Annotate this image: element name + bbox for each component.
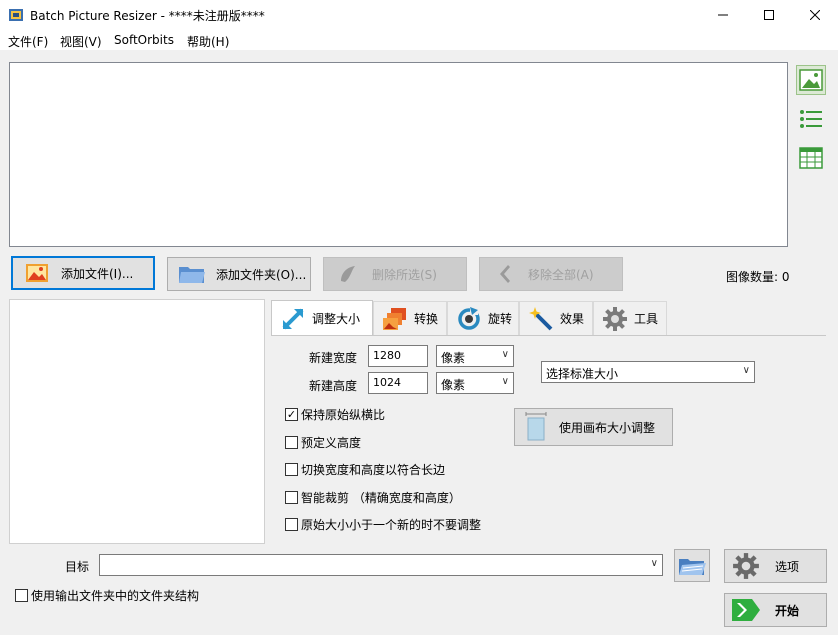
menu-bar: 文件(F) 视图(V) SoftOrbits 帮助(H) bbox=[0, 30, 838, 50]
height-unit-select[interactable]: 像素 ∨ bbox=[436, 372, 514, 394]
smart-crop-checkbox[interactable] bbox=[285, 491, 298, 504]
tab-rotate[interactable]: 旋转 bbox=[447, 301, 519, 335]
swap-long-side-option[interactable]: 切换宽度和高度以符合长边 bbox=[285, 461, 445, 478]
predefined-height-checkbox[interactable] bbox=[285, 436, 298, 449]
menu-help[interactable]: 帮助(H) bbox=[187, 33, 229, 50]
standard-size-select[interactable]: 选择标准大小 ∨ bbox=[541, 361, 755, 383]
resize-arrow-icon bbox=[280, 306, 306, 332]
tab-tools[interactable]: 工具 bbox=[593, 301, 667, 335]
tab-convert[interactable]: 转换 bbox=[373, 301, 447, 335]
app-icon bbox=[8, 7, 24, 23]
keep-aspect-checkbox[interactable]: ✓ bbox=[285, 408, 298, 421]
add-files-label: 添加文件(I)... bbox=[61, 266, 134, 281]
keep-folder-structure-checkbox[interactable] bbox=[15, 589, 28, 602]
options-label: 选项 bbox=[775, 559, 800, 574]
add-folder-button[interactable]: 添加文件夹(O)... bbox=[167, 257, 311, 291]
tab-effects-label: 效果 bbox=[560, 312, 585, 326]
keep-folder-structure-label: 使用输出文件夹中的文件夹结构 bbox=[31, 589, 200, 603]
file-list[interactable] bbox=[9, 62, 788, 247]
open-folder-icon bbox=[679, 558, 706, 575]
smart-crop-option[interactable]: 智能裁剪 （精确宽度和高度） bbox=[285, 489, 461, 506]
target-label: 目标 bbox=[65, 560, 90, 574]
keep-aspect-option[interactable]: ✓ 保持原始纵横比 bbox=[285, 406, 385, 423]
remove-all-button[interactable]: 移除全部(A) bbox=[479, 257, 623, 291]
new-height-label: 新建高度 bbox=[309, 379, 358, 393]
tab-rotate-label: 旋转 bbox=[488, 312, 513, 326]
window-title: Batch Picture Resizer - ****未注册版**** bbox=[30, 9, 265, 23]
minimize-button[interactable] bbox=[700, 0, 746, 30]
chevron-left-icon bbox=[488, 262, 520, 286]
image-count: 图像数量: 0 bbox=[726, 270, 790, 284]
start-button[interactable]: 开始 bbox=[724, 593, 827, 627]
options-button[interactable]: 选项 bbox=[724, 549, 827, 583]
close-button[interactable] bbox=[792, 0, 838, 30]
predefined-height-option[interactable]: 预定义高度 bbox=[285, 434, 361, 451]
no-upscale-label: 原始大小小于一个新的时不要调整 bbox=[301, 518, 482, 532]
new-height-input[interactable]: 1024 bbox=[368, 372, 428, 394]
target-path-select[interactable]: ∨ bbox=[99, 554, 663, 576]
menu-view[interactable]: 视图(V) bbox=[60, 33, 102, 50]
start-arrow-icon bbox=[731, 598, 761, 622]
rotate-icon bbox=[456, 306, 482, 332]
smart-crop-label: 智能裁剪 （精确宽度和高度） bbox=[301, 491, 461, 505]
chevron-down-icon: ∨ bbox=[501, 376, 509, 387]
add-files-button[interactable]: 添加文件(I)... bbox=[11, 256, 155, 290]
tab-resize-label: 调整大小 bbox=[312, 312, 361, 326]
tab-effects[interactable]: 效果 bbox=[519, 301, 593, 335]
start-label: 开始 bbox=[775, 603, 800, 618]
thumbnail-view-icon[interactable] bbox=[796, 65, 826, 95]
list-view-icon[interactable] bbox=[796, 104, 826, 134]
canvas-icon bbox=[523, 412, 549, 441]
table-view-icon[interactable] bbox=[796, 143, 826, 173]
width-unit-value: 像素 bbox=[441, 351, 466, 365]
tab-resize[interactable]: 调整大小 bbox=[271, 300, 373, 336]
swap-long-side-label: 切换宽度和高度以符合长边 bbox=[301, 463, 446, 477]
add-folder-label: 添加文件夹(O)... bbox=[216, 267, 307, 282]
standard-size-value: 选择标准大小 bbox=[546, 367, 619, 381]
browse-folder-button[interactable] bbox=[674, 549, 710, 582]
title-bar: Batch Picture Resizer - ****未注册版**** bbox=[0, 0, 838, 30]
height-unit-value: 像素 bbox=[441, 378, 466, 392]
predefined-height-label: 预定义高度 bbox=[301, 436, 362, 450]
canvas-resize-button[interactable]: 使用画布大小调整 bbox=[514, 408, 673, 446]
maximize-button[interactable] bbox=[746, 0, 792, 30]
preview-panel bbox=[9, 299, 265, 544]
gear-icon bbox=[731, 553, 761, 579]
folder-icon bbox=[176, 262, 208, 286]
chevron-down-icon: ∨ bbox=[501, 349, 509, 360]
remove-selected-button[interactable]: 删除所选(S) bbox=[323, 257, 467, 291]
keep-folder-structure-option[interactable]: 使用输出文件夹中的文件夹结构 bbox=[15, 587, 199, 604]
menu-softorbits[interactable]: SoftOrbits bbox=[114, 33, 174, 47]
remove-all-label: 移除全部(A) bbox=[528, 267, 594, 282]
width-unit-select[interactable]: 像素 ∨ bbox=[436, 345, 514, 367]
chevron-down-icon: ∨ bbox=[742, 365, 750, 376]
magic-wand-icon bbox=[528, 306, 554, 332]
new-width-input[interactable]: 1280 bbox=[368, 345, 428, 367]
tab-convert-label: 转换 bbox=[414, 312, 439, 326]
swap-long-side-checkbox[interactable] bbox=[285, 463, 298, 476]
keep-aspect-label: 保持原始纵横比 bbox=[301, 408, 386, 422]
menu-file[interactable]: 文件(F) bbox=[8, 33, 48, 50]
eraser-icon bbox=[332, 262, 364, 286]
tab-tools-label: 工具 bbox=[634, 312, 659, 326]
no-upscale-checkbox[interactable] bbox=[285, 518, 298, 531]
gear-icon bbox=[602, 306, 628, 332]
remove-selected-label: 删除所选(S) bbox=[372, 267, 437, 282]
convert-images-icon bbox=[382, 306, 408, 332]
chevron-down-icon: ∨ bbox=[650, 558, 658, 569]
canvas-resize-label: 使用画布大小调整 bbox=[559, 420, 656, 435]
no-upscale-option[interactable]: 原始大小小于一个新的时不要调整 bbox=[285, 516, 481, 533]
image-icon bbox=[21, 261, 53, 285]
new-width-label: 新建宽度 bbox=[309, 351, 358, 365]
